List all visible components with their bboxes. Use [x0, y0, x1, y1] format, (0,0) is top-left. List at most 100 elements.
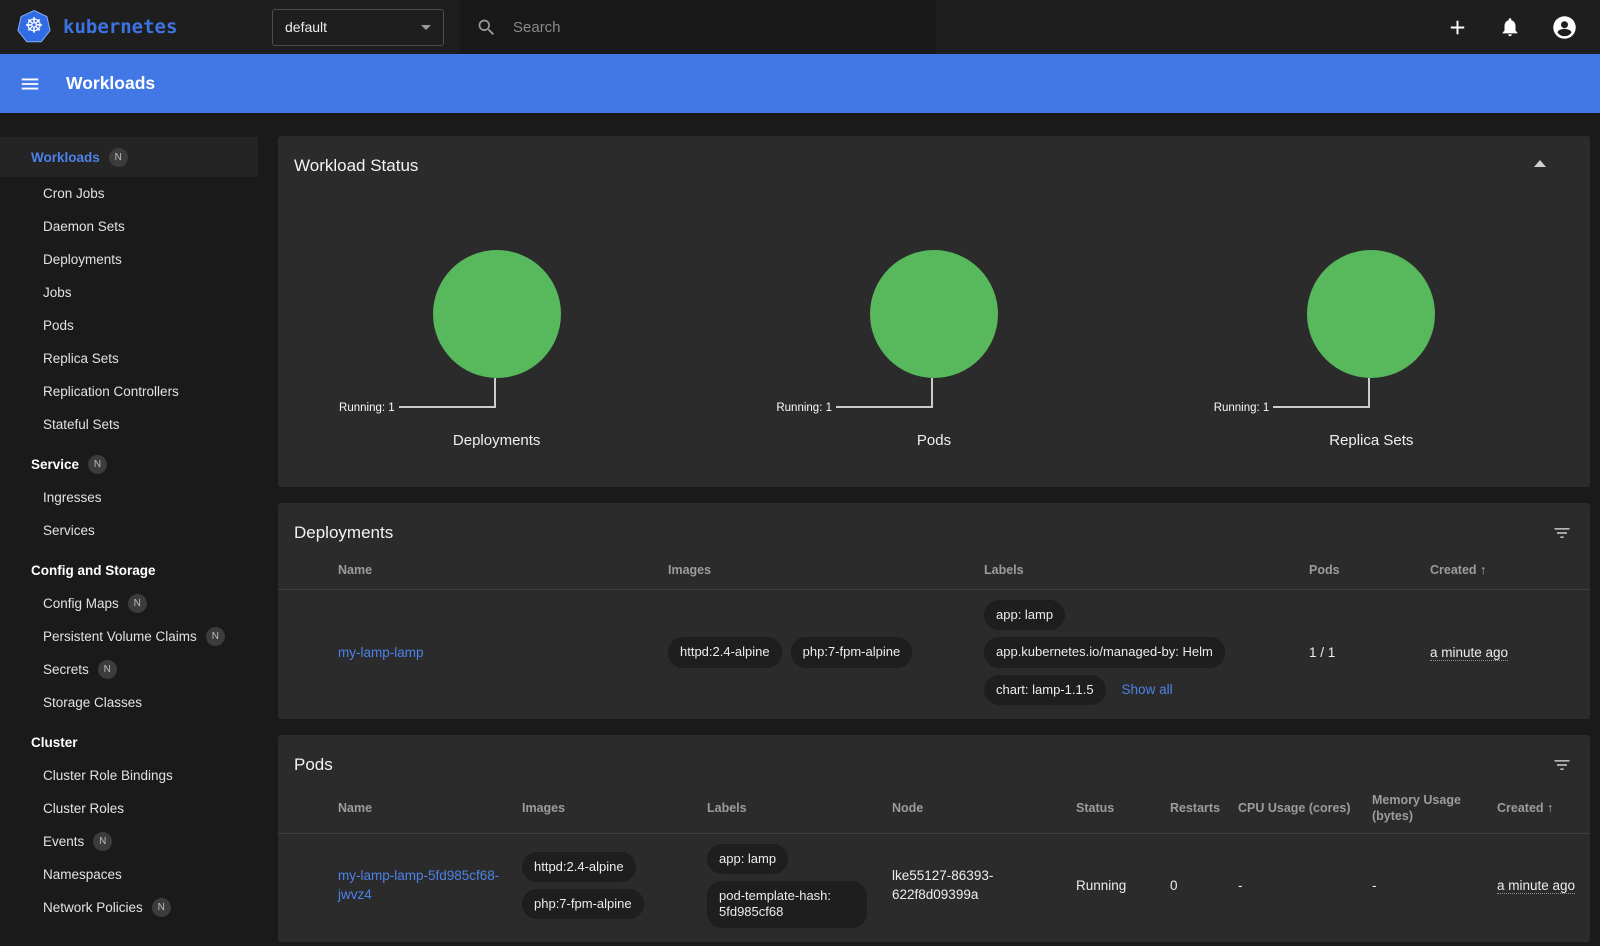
sidebar-item-storage-classes[interactable]: Storage Classes: [0, 686, 258, 719]
new-badge: N: [128, 594, 147, 613]
filter-list-icon[interactable]: [1552, 755, 1572, 780]
workload-status-charts: Running: 1 Deployments Running: 1 Pods R…: [278, 186, 1590, 487]
sidebar-item-network-policies[interactable]: Network Policies N: [0, 891, 258, 924]
new-badge: N: [206, 627, 225, 646]
pie-callout-label: Running: 1: [1214, 402, 1270, 414]
account-circle-icon[interactable]: [1551, 14, 1578, 41]
collapse-card-icon[interactable]: [1534, 160, 1546, 167]
pod-created: a minute ago: [1497, 878, 1575, 894]
replica-sets-pie-chart: Running: 1 Replica Sets: [1153, 186, 1590, 449]
sidebar-item-workloads[interactable]: Workloads N: [0, 137, 258, 177]
column-header-pods[interactable]: Pods: [1309, 563, 1430, 579]
deployment-images: httpd:2.4-alpine php:7-fpm-alpine: [668, 637, 984, 667]
column-header-status[interactable]: Status: [1076, 801, 1170, 817]
column-header-created[interactable]: Created ↑: [1497, 801, 1574, 817]
sidebar-item-namespaces[interactable]: Namespaces: [0, 858, 258, 891]
column-header-restarts[interactable]: Restarts: [1170, 801, 1238, 817]
menu-hamburger-icon[interactable]: [19, 73, 41, 95]
image-chip: php:7-fpm-alpine: [791, 637, 913, 667]
sidebar-item-cluster[interactable]: Cluster: [0, 726, 258, 759]
helm-wheel-icon: ☸: [25, 16, 44, 37]
sidebar-item-cluster-roles[interactable]: Cluster Roles: [0, 792, 258, 825]
pie-running-segment[interactable]: [433, 250, 561, 378]
sidebar-item-stateful-sets[interactable]: Stateful Sets: [0, 408, 258, 441]
kubernetes-logo-icon: ☸: [16, 9, 52, 45]
deployment-created: a minute ago: [1430, 645, 1508, 661]
search-input[interactable]: [513, 19, 920, 36]
sidebar-item-events[interactable]: Events N: [0, 825, 258, 858]
pod-status: Running: [1076, 878, 1170, 893]
main-content: Workload Status Running: 1 Deployments R…: [258, 113, 1600, 946]
column-header-images[interactable]: Images: [668, 563, 984, 579]
search-bar[interactable]: [460, 0, 936, 54]
namespace-selector[interactable]: default: [272, 9, 444, 46]
sort-ascending-icon: ↑: [1547, 801, 1553, 815]
sidebar-item-cluster-role-bindings[interactable]: Cluster Role Bindings: [0, 759, 258, 792]
page-title: Workloads: [66, 73, 155, 94]
pods-pie-chart: Running: 1 Pods: [715, 186, 1152, 449]
pod-images: httpd:2.4-alpine php:7-fpm-alpine: [522, 852, 707, 920]
column-header-cpu-usage[interactable]: CPU Usage (cores): [1238, 801, 1372, 817]
chart-name: Replica Sets: [1153, 432, 1590, 449]
sidebar-item-replica-sets[interactable]: Replica Sets: [0, 342, 258, 375]
column-header-labels[interactable]: Labels: [984, 563, 1309, 579]
column-header-name[interactable]: Name: [338, 801, 522, 817]
add-icon[interactable]: [1446, 16, 1469, 39]
sidebar-item-config-maps[interactable]: Config Maps N: [0, 587, 258, 620]
column-header-memory-usage[interactable]: Memory Usage (bytes): [1372, 793, 1497, 824]
new-badge: N: [152, 898, 171, 917]
image-chip: httpd:2.4-alpine: [668, 637, 782, 667]
pod-node: lke55127-86393-622f8d09399a: [892, 867, 1076, 903]
pods-title: Pods: [278, 735, 1590, 785]
pod-cpu-usage: -: [1238, 878, 1372, 893]
pie-running-segment[interactable]: [870, 250, 998, 378]
sidebar-item-daemon-sets[interactable]: Daemon Sets: [0, 210, 258, 243]
pie-callout-label: Running: 1: [339, 402, 395, 414]
sidebar-item-services[interactable]: Services: [0, 514, 258, 547]
column-header-created[interactable]: Created ↑: [1430, 563, 1574, 579]
app-bar: Workloads: [0, 54, 1600, 113]
brand-name: kubernetes: [63, 16, 177, 38]
workload-status-title: Workload Status: [278, 136, 1590, 186]
deployments-card: Deployments Name Images Labels Pods Crea…: [278, 503, 1590, 719]
chart-name: Pods: [715, 432, 1152, 449]
filter-list-icon[interactable]: [1552, 523, 1572, 548]
sidebar-item-pods[interactable]: Pods: [0, 309, 258, 342]
deployment-name-link[interactable]: my-lamp-lamp: [338, 645, 424, 660]
topbar-actions: [1446, 14, 1600, 41]
sort-ascending-icon: ↑: [1480, 563, 1486, 577]
sidebar-item-secrets[interactable]: Secrets N: [0, 653, 258, 686]
pod-memory-usage: -: [1372, 878, 1497, 893]
kubernetes-brand[interactable]: ☸ kubernetes: [0, 9, 256, 45]
column-header-name[interactable]: Name: [338, 563, 668, 579]
column-header-labels[interactable]: Labels: [707, 801, 892, 817]
sidebar-item-deployments[interactable]: Deployments: [0, 243, 258, 276]
sidebar-item-replication-controllers[interactable]: Replication Controllers: [0, 375, 258, 408]
deployment-row[interactable]: my-lamp-lamp httpd:2.4-alpine php:7-fpm-…: [278, 590, 1590, 719]
label-chip: pod-template-hash: 5fd985cf68: [707, 881, 867, 928]
sidebar-item-config-and-storage[interactable]: Config and Storage: [0, 554, 258, 587]
pie-callout-line: Running: 1: [836, 378, 933, 408]
pie-callout-label: Running: 1: [776, 402, 832, 414]
workload-status-card: Workload Status Running: 1 Deployments R…: [278, 136, 1590, 487]
deployments-table-header: Name Images Labels Pods Created ↑: [278, 553, 1590, 590]
pod-name-link[interactable]: my-lamp-lamp-5fd985cf68-jwvz4: [338, 868, 499, 901]
sidebar-item-jobs[interactable]: Jobs: [0, 276, 258, 309]
column-header-images[interactable]: Images: [522, 801, 707, 817]
sidebar-item-ingresses[interactable]: Ingresses: [0, 481, 258, 514]
pod-labels: app: lamp pod-template-hash: 5fd985cf68: [707, 844, 892, 928]
notifications-bell-icon[interactable]: [1499, 16, 1521, 38]
new-badge: N: [98, 660, 117, 679]
pod-row[interactable]: my-lamp-lamp-5fd985cf68-jwvz4 httpd:2.4-…: [278, 834, 1590, 942]
column-header-node[interactable]: Node: [892, 801, 1076, 817]
sidebar-item-persistent-volume-claims[interactable]: Persistent Volume Claims N: [0, 620, 258, 653]
deployment-pods-count: 1 / 1: [1309, 645, 1430, 660]
deployments-title: Deployments: [278, 503, 1590, 553]
sidebar-item-cron-jobs[interactable]: Cron Jobs: [0, 177, 258, 210]
new-badge: N: [88, 455, 107, 474]
image-chip: httpd:2.4-alpine: [522, 852, 636, 882]
pie-running-segment[interactable]: [1307, 250, 1435, 378]
sidebar-item-service[interactable]: Service N: [0, 448, 258, 481]
show-all-labels-link[interactable]: Show all: [1122, 682, 1173, 697]
label-chip: app.kubernetes.io/managed-by: Helm: [984, 637, 1225, 667]
